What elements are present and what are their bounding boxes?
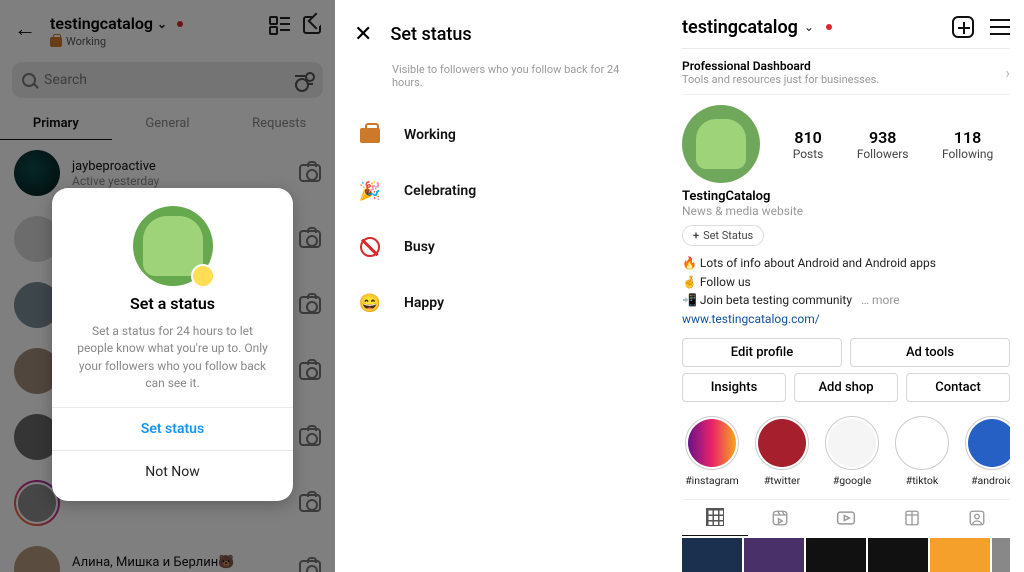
stat-posts[interactable]: 810 Posts — [793, 128, 824, 161]
account-category: News & media website — [682, 204, 1010, 218]
highlight[interactable]: #google — [822, 416, 882, 487]
create-icon[interactable] — [952, 16, 974, 38]
notification-dot-icon — [826, 24, 832, 30]
add-shop-button[interactable]: Add shop — [794, 373, 898, 402]
post-thumbnail[interactable] — [992, 538, 1010, 572]
profile-grid-tabs — [682, 499, 1010, 536]
post-thumbnail[interactable] — [930, 538, 990, 572]
party-popper-icon: 🎉 — [358, 179, 382, 203]
set-status-modal: Set a status Set a status for 24 hours t… — [52, 188, 293, 501]
bio-link[interactable]: www.testingcatalog.com/ — [682, 310, 1010, 329]
no-entry-icon — [360, 237, 380, 257]
highlight[interactable]: #tiktok — [892, 416, 952, 487]
status-option-working[interactable]: Working — [336, 107, 667, 163]
page-title: Set status — [390, 24, 471, 45]
chevron-down-icon[interactable]: ⌄ — [804, 20, 814, 34]
profile-screen: testingcatalog ⌄ Professional Dashboard … — [668, 0, 1024, 572]
post-thumbnail[interactable] — [744, 538, 804, 572]
bio-more[interactable]: … more — [861, 293, 900, 307]
tab-guides[interactable] — [879, 500, 945, 536]
post-thumbnail[interactable] — [868, 538, 928, 572]
close-icon[interactable]: ✕ — [354, 22, 372, 47]
tab-grid[interactable] — [682, 500, 748, 536]
bio: 🔥 Lots of info about Android and Android… — [682, 254, 1010, 328]
status-option-busy[interactable]: Busy — [336, 219, 667, 275]
insights-button[interactable]: Insights — [682, 373, 786, 402]
briefcase-icon — [360, 128, 380, 143]
posts-grid — [682, 538, 1010, 572]
status-option-happy[interactable]: 😄 Happy — [336, 275, 667, 331]
tab-reels[interactable] — [748, 500, 814, 536]
edit-profile-button[interactable]: Edit profile — [682, 338, 842, 367]
set-status-screen: ✕ Set status Visible to followers who yo… — [336, 0, 668, 572]
smile-emoji-icon — [191, 264, 215, 288]
menu-icon[interactable] — [990, 26, 1010, 28]
post-thumbnail[interactable] — [682, 538, 742, 572]
chevron-right-icon: › — [1005, 63, 1010, 82]
set-status-pill[interactable]: + Set Status — [682, 225, 764, 246]
highlights-tray: #instagram#twitter#google#tiktok#android — [682, 412, 1010, 495]
modal-title: Set a status — [70, 294, 275, 313]
stat-followers[interactable]: 938 Followers — [857, 128, 909, 161]
modal-description: Set a status for 24 hours to let people … — [74, 323, 271, 393]
contact-button[interactable]: Contact — [906, 373, 1010, 402]
laughing-emoji-icon: 😄 — [358, 291, 382, 315]
highlight[interactable]: #twitter — [752, 416, 812, 487]
professional-dashboard-row[interactable]: Professional Dashboard Tools and resourc… — [682, 49, 1010, 95]
profile-avatar[interactable] — [682, 105, 760, 183]
not-now-button[interactable]: Not Now — [70, 451, 275, 493]
status-option-celebrating[interactable]: 🎉 Celebrating — [336, 163, 667, 219]
username[interactable]: testingcatalog — [682, 17, 798, 38]
tab-tagged[interactable] — [944, 500, 1010, 536]
tab-video[interactable] — [813, 500, 879, 536]
status-visibility-note: Visible to followers who you follow back… — [336, 57, 667, 107]
post-thumbnail[interactable] — [806, 538, 866, 572]
set-status-button[interactable]: Set status — [70, 408, 275, 450]
stat-following[interactable]: 118 Following — [942, 128, 993, 161]
highlight[interactable]: #instagram — [682, 416, 742, 487]
highlight[interactable]: #android — [962, 416, 1010, 487]
ad-tools-button[interactable]: Ad tools — [850, 338, 1010, 367]
dm-screen: ← testingcatalog ⌄ Working Search — [0, 0, 336, 572]
display-name: TestingCatalog — [682, 189, 1010, 204]
